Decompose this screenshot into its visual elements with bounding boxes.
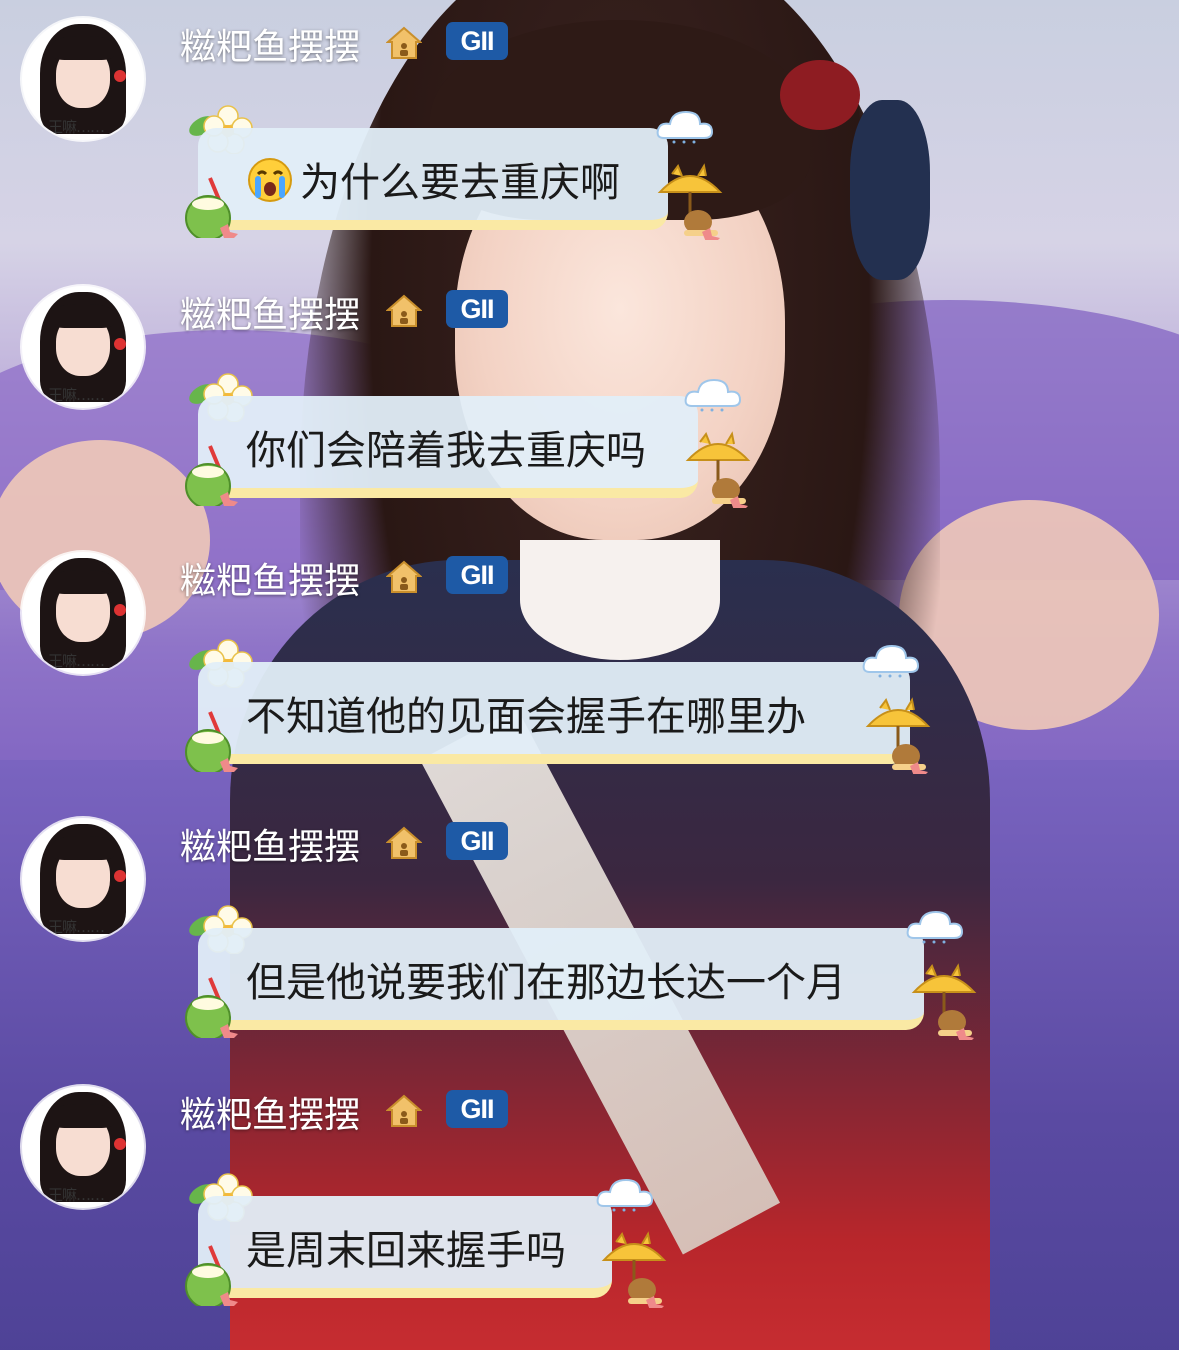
sender-name[interactable]: 糍粑鱼摆摆 [180,18,360,70]
avatar[interactable]: 王嘛…… [22,818,144,940]
house-icon [386,294,422,327]
avatar[interactable]: 王嘛…… [22,286,144,408]
cloud-icon [684,378,742,412]
message-text: 你们会陪着我去重庆吗 [246,428,646,474]
message-text: 为什么要去重庆啊 [246,132,620,234]
house-icon [386,826,422,859]
avatar[interactable]: 王嘛…… [22,18,144,140]
avatar-caption: 王嘛…… [48,1186,105,1204]
group-badge: GII [446,822,508,860]
house-icon [386,26,422,59]
crying-emoji-icon [248,158,292,202]
group-badge: GII [446,1090,508,1128]
cat-umbrella-icon [911,963,977,1040]
avatar[interactable]: 王嘛…… [22,552,144,674]
avatar-caption: 王嘛…… [48,386,105,404]
cat-umbrella-icon [865,697,931,774]
avatar[interactable]: 王嘛…… [22,1086,144,1208]
coconut-drink-icon [185,1245,238,1306]
message-text-content: 为什么要去重庆啊 [300,160,620,206]
sender-name[interactable]: 糍粑鱼摆摆 [180,552,360,604]
coconut-drink-icon [185,445,238,506]
sender-name[interactable]: 糍粑鱼摆摆 [180,818,360,870]
chat-message: 王嘛…… 糍粑鱼摆摆 GII 不知道他的见面会握手在哪里办 [0,534,1179,796]
coconut-drink-icon [185,711,238,772]
chat-message: 王嘛…… 糍粑鱼摆摆 GII 你们会陪着我去重庆吗 [0,268,1179,530]
avatar-caption: 王嘛…… [48,118,105,136]
coconut-drink-icon [185,177,238,238]
house-icon [386,560,422,593]
chat-message: 王嘛…… 糍粑鱼摆摆 GII 为什么要去重庆啊 [0,0,1179,262]
avatar-caption: 王嘛…… [48,918,105,936]
group-badge: GII [446,22,508,60]
cloud-icon [596,1178,654,1212]
sender-name[interactable]: 糍粑鱼摆摆 [180,286,360,338]
cat-umbrella-icon [685,431,751,508]
cloud-icon [656,110,714,144]
group-badge: GII [446,290,508,328]
coconut-drink-icon [185,977,238,1038]
cloud-icon [906,910,964,944]
message-text: 不知道他的见面会握手在哪里办 [246,694,806,740]
cat-umbrella-icon [657,163,723,240]
message-text: 是周末回来握手吗 [246,1228,566,1274]
message-text: 但是他说要我们在那边长达一个月 [246,960,846,1006]
group-badge: GII [446,556,508,594]
cat-umbrella-icon [601,1231,667,1308]
sender-name[interactable]: 糍粑鱼摆摆 [180,1086,360,1138]
chat-message: 王嘛…… 糍粑鱼摆摆 GII 但是他说要我们在那边长达一个月 [0,800,1179,1062]
avatar-caption: 王嘛…… [48,652,105,670]
cloud-icon [862,644,920,678]
chat-message: 王嘛…… 糍粑鱼摆摆 GII 是周末回来握手吗 [0,1068,1179,1330]
house-icon [386,1094,422,1127]
